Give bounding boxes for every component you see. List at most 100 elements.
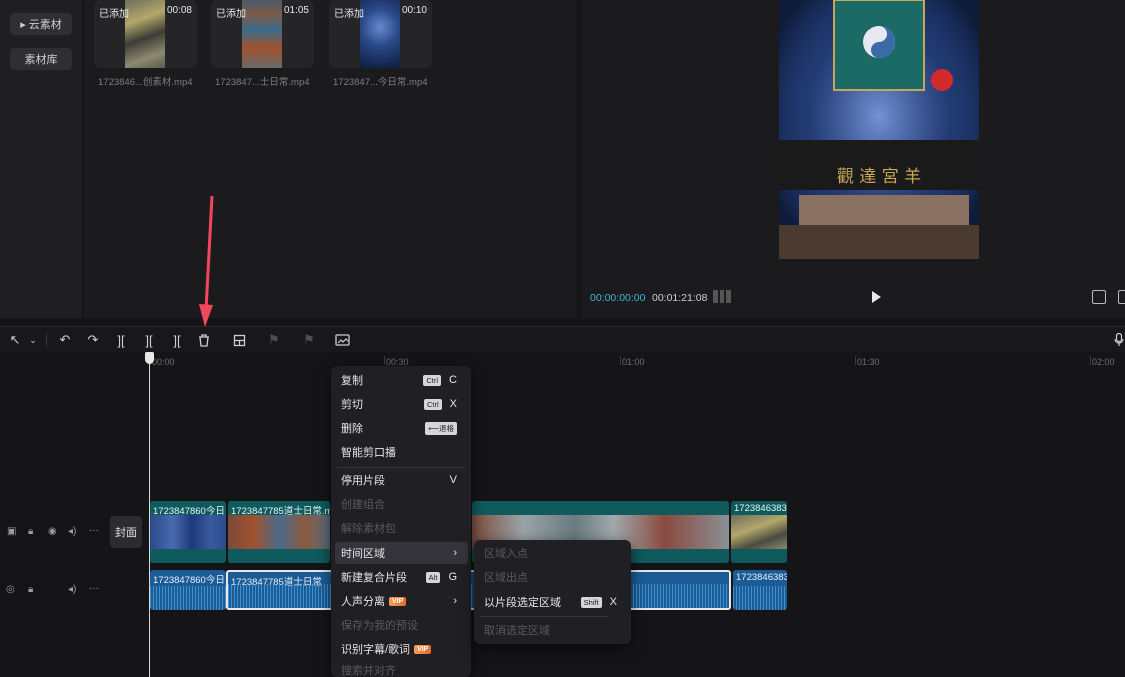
ruler-label: 01:30 xyxy=(857,357,880,367)
trash-icon xyxy=(199,333,209,347)
shortcut: ⟵退格 xyxy=(425,421,457,435)
menu-item-label: 删除 xyxy=(341,423,363,435)
media-clip-3[interactable]: 已添加 00:10 xyxy=(329,0,432,68)
clip-name: 1723846383 xyxy=(736,572,787,583)
delete-icon[interactable] xyxy=(195,331,213,349)
undo-icon[interactable]: ↶ xyxy=(56,331,74,349)
added-badge: 已添加 xyxy=(216,9,246,20)
menu-item-label: 取消选定区域 xyxy=(484,625,550,637)
menu-separator xyxy=(480,616,608,617)
menu-item-compound-clip[interactable]: 新建复合片段 Alt G xyxy=(331,566,471,588)
more-icon[interactable]: ··· xyxy=(89,583,99,594)
material-library-button[interactable]: 素材库 xyxy=(10,48,72,70)
menu-item-label: 时间区域 xyxy=(341,548,385,560)
menu-item-cut[interactable]: 剪切 Ctrl X xyxy=(331,393,471,415)
menu-item-delete[interactable]: 删除 ⟵退格 xyxy=(331,417,471,439)
ruler-tick xyxy=(384,356,385,365)
playhead-handle[interactable] xyxy=(145,352,154,364)
volume-icon[interactable]: ◂) xyxy=(68,584,76,595)
ruler-tick xyxy=(620,356,621,365)
lock-icon[interactable]: 🔒︎ xyxy=(28,526,33,537)
zoom-fit-icon[interactable] xyxy=(1092,290,1106,304)
microphone-icon[interactable] xyxy=(1110,331,1125,349)
volume-icon[interactable]: ◂) xyxy=(68,526,76,537)
video-clip[interactable]: 1723847860今日日 xyxy=(150,501,226,563)
menu-item-label: 复制 xyxy=(341,375,363,387)
cloud-material-button[interactable]: ▸ 云素材 xyxy=(10,13,72,35)
added-badge: 已添加 xyxy=(334,9,364,20)
menu-item-smart-cut[interactable]: 智能剪口播 xyxy=(331,441,471,463)
menu-item-recognize-subtitles[interactable]: 识别字幕/歌词 VIP xyxy=(331,638,471,660)
menu-item-label: 人声分离 xyxy=(341,596,385,608)
more-icon[interactable]: ··· xyxy=(89,525,99,536)
menu-item-label: 区域出点 xyxy=(484,572,528,584)
freeze-frame-icon[interactable] xyxy=(230,331,248,349)
shortcut-key: C xyxy=(449,374,457,386)
clip-name: 1723847860今日日 xyxy=(153,575,226,586)
marker-icon[interactable]: ⚑ xyxy=(300,331,318,349)
lock-icon[interactable]: 🔒︎ xyxy=(28,584,33,595)
clip-thumbnail xyxy=(125,0,165,68)
video-clip[interactable]: 1723846383 xyxy=(731,501,787,563)
menu-item-unpack: 解除素材包 xyxy=(331,517,471,539)
menu-item-copy[interactable]: 复制 Ctrl C xyxy=(331,369,471,391)
clip-filename: 1723847...士日常.mp4 xyxy=(215,77,310,88)
chevron-down-icon[interactable]: ⌄ xyxy=(24,331,42,349)
playhead[interactable] xyxy=(149,352,150,677)
clip-thumbnail-strip xyxy=(150,515,226,549)
ruler-label: 01:00 xyxy=(622,357,645,367)
vip-badge: VIP xyxy=(414,644,432,654)
preview-panel: 觀 達 宮 羊 00:00:00:00 00:01:21:08 xyxy=(582,0,1125,318)
flag-icon[interactable]: ⚑ xyxy=(265,331,283,349)
ruler-label: 02:00 xyxy=(1092,357,1115,367)
media-clip-1[interactable]: 已添加 00:08 xyxy=(94,0,197,68)
audio-clip[interactable]: 1723846383 xyxy=(733,570,787,610)
shortcut-kbd: ⟵退格 xyxy=(425,421,457,435)
split-icon[interactable]: ][ xyxy=(112,331,130,349)
redo-icon[interactable]: ↷ xyxy=(84,331,102,349)
current-time: 00:00:00:00 xyxy=(590,292,646,304)
submenu-item-range-out: 区域出点 xyxy=(474,566,631,588)
svg-text:觀 達 宮 羊: 觀 達 宮 羊 xyxy=(837,167,921,187)
eye-icon[interactable]: ◉ xyxy=(48,526,57,537)
shortcut-key: G xyxy=(448,571,457,583)
cover-button[interactable]: 封面 xyxy=(110,516,142,548)
menu-item-label: 新建复合片段 xyxy=(341,572,407,584)
shortcut-kbd: Shift xyxy=(580,596,602,608)
shortcut: Shift X xyxy=(580,596,617,608)
menu-item-search-align: 搜索并对齐 xyxy=(331,662,471,677)
video-track-header: ▣ 🔒︎ ◉ ◂) ··· xyxy=(0,502,108,562)
video-clip[interactable]: 1723847785道士日常.mp xyxy=(228,501,330,563)
menu-item-vocal-separation[interactable]: 人声分离 VIP › xyxy=(331,590,471,612)
fullscreen-icon[interactable] xyxy=(1118,290,1125,304)
clip-filename: 1723846...创素材.mp4 xyxy=(98,77,193,88)
ruler-tick xyxy=(1090,356,1091,365)
audio-clip[interactable]: 1723847860今日日 xyxy=(150,570,226,610)
context-menu: 复制 Ctrl C 剪切 Ctrl X 删除 ⟵退格 智能剪口播 停用片段 V 创建… xyxy=(331,366,471,677)
chevron-right-icon: › xyxy=(453,595,457,607)
split-right-icon[interactable]: ][ xyxy=(168,331,186,349)
menu-item-save-preset: 保存为我的预设 xyxy=(331,614,471,636)
split-left-icon[interactable]: ][ xyxy=(140,331,158,349)
clip-thumbnail-strip xyxy=(731,515,787,549)
added-badge: 已添加 xyxy=(99,9,129,20)
select-cursor-icon[interactable]: ↖ xyxy=(6,331,24,349)
total-time: 00:01:21:08 xyxy=(652,292,708,304)
menu-item-time-range[interactable]: 时间区域 › xyxy=(335,542,468,564)
shortcut-key: X xyxy=(449,398,457,410)
play-icon[interactable] xyxy=(872,291,881,303)
clip-duration: 01:05 xyxy=(283,5,309,16)
menu-item-label: 保存为我的预设 xyxy=(341,620,418,632)
menu-separator xyxy=(337,467,465,468)
smart-crop-icon[interactable] xyxy=(333,331,351,349)
menu-item-label: 创建组合 xyxy=(341,499,385,511)
media-clip-2[interactable]: 已添加 01:05 xyxy=(211,0,314,68)
clip-thumbnail xyxy=(242,0,282,68)
shortcut-key: X xyxy=(609,596,617,608)
menu-item-disable-clip[interactable]: 停用片段 V xyxy=(331,469,471,491)
chevron-right-icon: › xyxy=(453,547,457,559)
mic-icon xyxy=(1114,333,1124,346)
submenu-item-select-by-clip[interactable]: 以片段选定区域 Shift X xyxy=(474,591,631,613)
shortcut-key: V xyxy=(449,474,457,486)
frames-icon[interactable] xyxy=(713,290,732,303)
